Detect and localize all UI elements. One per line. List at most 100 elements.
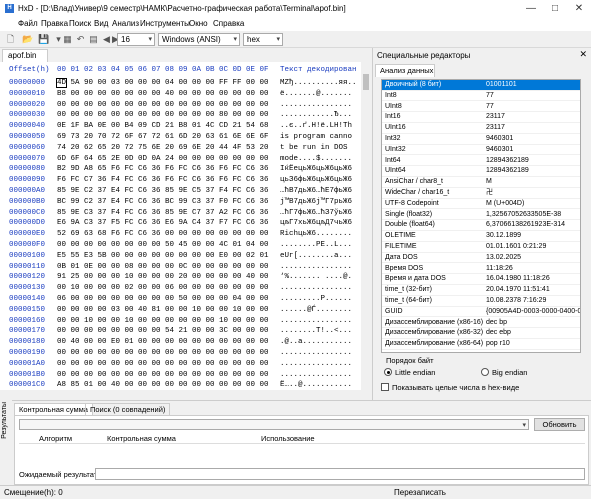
row-hex-bytes[interactable]: 91 25 00 00 00 10 00 00 00 20 00 00 00 0… [57, 272, 269, 283]
close-icon[interactable]: ✕ [569, 0, 589, 17]
inspector-value[interactable]: 13.02.2025 [486, 253, 521, 264]
inspector-value[interactable]: 30.12.1899 [486, 231, 521, 242]
menu-window[interactable]: Окно [189, 19, 208, 28]
row-decoded-text[interactable]: MZђ..........яя.. [280, 78, 357, 89]
hex-row[interactable]: 000001B0 00 00 00 00 00 00 00 00 00 00 00… [0, 370, 361, 381]
hex-row[interactable]: 00000140 06 00 00 00 00 00 00 00 00 50 00… [0, 294, 361, 305]
row-hex-bytes[interactable]: F6 FC C7 36 F4 FC C6 36 F6 FC C6 36 F6 F… [57, 175, 269, 186]
inspector-row[interactable]: AnsiChar / char8_t M [382, 177, 580, 188]
hex-row[interactable]: 00000160 00 00 10 00 00 10 00 00 00 00 00… [0, 316, 361, 327]
inspector-value[interactable]: 卍 [486, 188, 493, 199]
hex-row[interactable]: 00000050 69 73 20 70 72 6F 67 72 61 6D 20… [0, 132, 361, 143]
row-decoded-text[interactable]: mode....$....... [280, 154, 352, 165]
minimize-icon[interactable]: — [521, 0, 541, 17]
inspector-value[interactable]: 77 [486, 91, 494, 102]
tab-search[interactable]: Поиск (0 совпадений) [85, 403, 171, 415]
row-hex-bytes[interactable]: 00 00 10 00 00 10 00 00 00 00 00 00 10 0… [57, 316, 269, 327]
horizontal-scrollbar[interactable] [0, 390, 361, 400]
hex-row[interactable]: 000000B0 BC 99 C2 37 E4 FC C6 36 BC 99 C3… [0, 197, 361, 208]
inspector-row[interactable]: Дизассемблирование (x86-16) dec bp [382, 318, 580, 329]
inspector-value[interactable]: 23117 [486, 112, 505, 123]
inspector-row[interactable]: Single (float32) 1,32567052633505E-38 [382, 210, 580, 221]
row-decoded-text[interactable]: ................ [280, 359, 352, 370]
inspector-value[interactable]: 10.08.2378 7:16:29 [486, 296, 546, 307]
panel-close-icon[interactable]: ✕ [579, 49, 587, 60]
row-hex-bytes[interactable]: 06 00 00 00 00 00 00 00 00 50 00 00 00 0… [57, 294, 269, 305]
inspector-row[interactable]: Двоичный (8 бит) 01001101 [382, 80, 580, 91]
row-hex-bytes[interactable]: E6 9A C3 37 F5 FC C6 36 E6 9A C4 37 F7 F… [57, 218, 269, 229]
row-decoded-text[interactable]: ........PE..L... [280, 240, 352, 251]
inspector-row[interactable]: Дизассемблирование (x86-64) pop r10 [382, 339, 580, 350]
inspector-row[interactable]: GUID {00905A4D-0003-0000-0400-0000( [382, 307, 580, 318]
row-decoded-text[interactable]: …ћВ7дьЖ6…ћЕ7фьЖ6 [280, 186, 352, 197]
inspector-row[interactable]: UInt32 9460301 [382, 145, 580, 156]
row-hex-bytes[interactable]: 00 40 00 00 E0 01 00 00 00 00 00 00 00 0… [57, 337, 269, 348]
row-hex-bytes[interactable]: B8 00 00 00 00 00 00 00 40 00 00 00 00 0… [57, 89, 269, 100]
row-hex-bytes[interactable]: 00 00 00 00 00 00 00 00 00 00 00 00 80 0… [57, 110, 269, 121]
hex-row[interactable]: 00000000 4D 5A 90 00 03 00 00 00 04 00 00… [0, 78, 361, 89]
hex-row[interactable]: 00000120 91 25 00 00 00 10 00 00 00 20 00… [0, 272, 361, 283]
inspector-row[interactable]: Дизассемблирование (x86-32) dec ebp [382, 328, 580, 339]
row-hex-bytes[interactable]: 74 20 62 65 20 72 75 6E 20 69 6E 20 44 4… [57, 143, 269, 154]
inspector-value[interactable]: 1,32567052633505E-38 [486, 210, 561, 221]
expected-result-input[interactable] [95, 468, 585, 480]
inspector-row[interactable]: Int32 9460301 [382, 134, 580, 145]
show-hex-checkbox[interactable] [381, 383, 389, 391]
hex-row[interactable]: 000000A0 85 9E C2 37 E4 FC C6 36 85 9E C5… [0, 186, 361, 197]
hex-row[interactable]: 00000170 00 00 00 00 00 00 00 00 54 21 00… [0, 326, 361, 337]
tab-checksum[interactable]: Контрольная сумма [14, 403, 93, 415]
row-decoded-text[interactable]: ............Ђ... [280, 110, 352, 121]
row-decoded-text[interactable]: .@..а........... [280, 337, 352, 348]
row-hex-bytes[interactable]: BC 99 C2 37 E4 FC C6 36 BC 99 C3 37 F0 F… [57, 197, 269, 208]
hex-editor[interactable]: Offset(h) 00 01 02 03 04 05 06 07 08 09 … [0, 62, 371, 400]
maximize-icon[interactable]: □ [545, 0, 565, 17]
row-decoded-text[interactable]: ..є..ґ.Н!ё.LН!Th [280, 121, 352, 132]
inspector-value[interactable]: 77 [486, 102, 494, 113]
scrollbar-thumb[interactable] [363, 74, 369, 90]
menu-search[interactable]: Поиск [69, 19, 91, 28]
inspector-value[interactable]: 23117 [486, 123, 505, 134]
hex-row[interactable]: 00000060 74 20 62 65 20 72 75 6E 20 69 6E… [0, 143, 361, 154]
little-endian-radio[interactable] [384, 368, 392, 376]
row-decoded-text[interactable]: ......@Ѓ........ [280, 305, 352, 316]
inspector-value[interactable]: 11:18:26 [486, 264, 513, 275]
row-decoded-text[interactable]: ................ [280, 316, 352, 327]
hex-row[interactable]: 00000010 B8 00 00 00 00 00 00 00 40 00 00… [0, 89, 361, 100]
inspector-row[interactable]: Int16 23117 [382, 112, 580, 123]
row-decoded-text[interactable]: …ћГ7фьЖ6…ћЗ7ўьЖ6 [280, 208, 352, 219]
hex-row[interactable]: 000000D0 E6 9A C3 37 F5 FC C6 36 E6 9A C4… [0, 218, 361, 229]
display-mode-select[interactable]: hex ▾ [243, 33, 283, 46]
inspector-value[interactable]: 01001101 [486, 80, 517, 91]
col-usage[interactable]: Использование [261, 434, 315, 443]
inspector-value[interactable]: 9460301 [486, 134, 513, 145]
row-decoded-text[interactable]: ІќЁeцьЖ6цьЖ6цьЖ6 [280, 164, 352, 175]
tab-data-inspector[interactable]: Анализ данных [375, 64, 435, 77]
hex-row[interactable]: 000000F0 00 00 00 00 00 00 00 00 50 45 00… [0, 240, 361, 251]
hex-row[interactable]: 00000190 00 00 00 00 00 00 00 00 00 00 00… [0, 348, 361, 359]
col-algorithm[interactable]: Алгоритм [39, 434, 72, 443]
undo-icon[interactable]: ↶ [75, 34, 86, 45]
hex-row[interactable]: 00000180 00 40 00 00 E0 01 00 00 00 00 00… [0, 337, 361, 348]
status-mode[interactable]: Перезаписать [394, 488, 446, 497]
menu-view[interactable]: Вид [94, 19, 108, 28]
row-hex-bytes[interactable]: B2 9D A8 65 F6 FC C6 36 F6 FC C6 36 F6 F… [57, 164, 269, 175]
inspector-value[interactable]: 9460301 [486, 145, 513, 156]
new-file-icon[interactable]: 🗋 [5, 34, 16, 45]
row-decoded-text[interactable]: .........P...... [280, 294, 352, 305]
row-decoded-text[interactable]: t be run in DOS [280, 143, 352, 154]
menu-help[interactable]: Справка [213, 19, 244, 28]
inspector-value[interactable]: M [486, 177, 492, 188]
properties-icon[interactable]: ▤ [88, 34, 99, 45]
bytes-per-row-select[interactable]: 16 ▾ [117, 33, 155, 46]
inspector-row[interactable]: Время DOS 11:18:26 [382, 264, 580, 275]
row-hex-bytes[interactable]: 85 9E C3 37 F4 FC C6 36 85 9E C7 37 A2 F… [57, 208, 269, 219]
row-decoded-text[interactable]: ................ [280, 370, 352, 381]
row-hex-bytes[interactable]: 00 00 00 00 00 00 00 00 50 45 00 00 4C 0… [57, 240, 269, 251]
data-inspector-table[interactable]: Двоичный (8 бит) 01001101 Int8 77 UInt8 77 Int… [381, 79, 581, 353]
row-hex-bytes[interactable]: 4D 5A 90 00 03 00 00 00 04 00 00 00 FF F… [55, 78, 269, 89]
col-checksum[interactable]: Контрольная сумма [107, 434, 176, 443]
results-sidebar[interactable]: Результаты [0, 400, 12, 485]
hex-row[interactable]: 000000C0 85 9E C3 37 F4 FC C6 36 85 9E C7… [0, 208, 361, 219]
file-tab[interactable]: apof.bin [2, 49, 48, 62]
inspector-value[interactable]: M (U+004D) [486, 199, 524, 210]
